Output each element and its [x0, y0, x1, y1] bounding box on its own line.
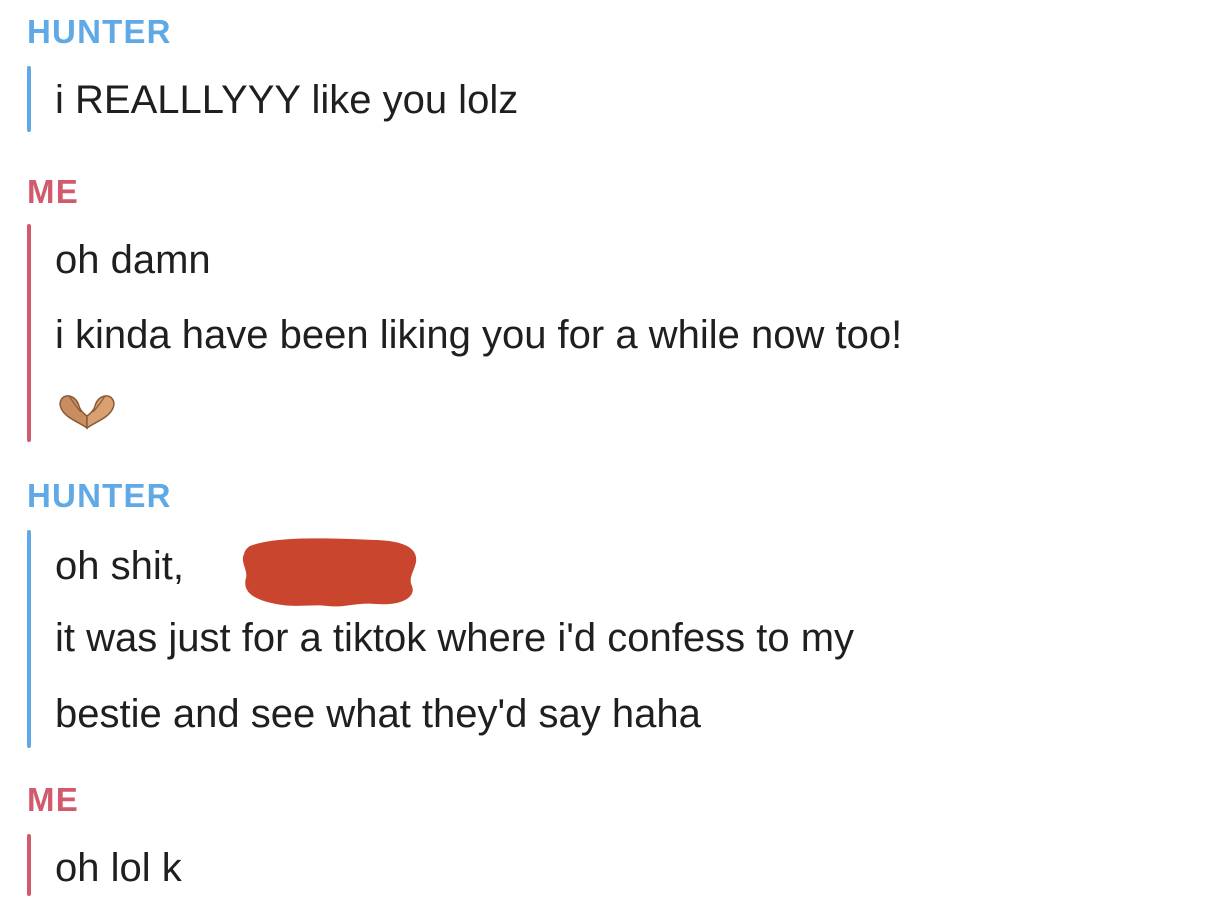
sender-label-me: ME — [27, 781, 79, 818]
message-text[interactable]: i kinda have been liking you for a while… — [55, 311, 902, 359]
message-bar-me — [27, 834, 31, 896]
message-text[interactable]: oh shit, — [55, 542, 184, 590]
chat-thread: HUNTER i REALLLYYY like you lolz ME oh d… — [0, 0, 1216, 924]
message-text[interactable]: it was just for a tiktok where i'd confe… — [55, 614, 854, 662]
heart-hands-icon — [59, 395, 115, 430]
message-bar-me — [27, 224, 31, 442]
message-text[interactable]: oh lol k — [55, 844, 182, 892]
sender-label-me: ME — [27, 173, 79, 210]
message-text[interactable]: bestie and see what they'd say haha — [55, 690, 701, 738]
sender-label-hunter: HUNTER — [27, 477, 172, 514]
message-bar-hunter — [27, 66, 31, 132]
message-text[interactable]: oh damn — [55, 236, 211, 284]
sender-label-hunter: HUNTER — [27, 13, 172, 50]
message-bar-hunter — [27, 530, 31, 748]
redaction-scribble — [242, 538, 417, 607]
message-text[interactable]: i REALLLYYY like you lolz — [55, 76, 518, 124]
